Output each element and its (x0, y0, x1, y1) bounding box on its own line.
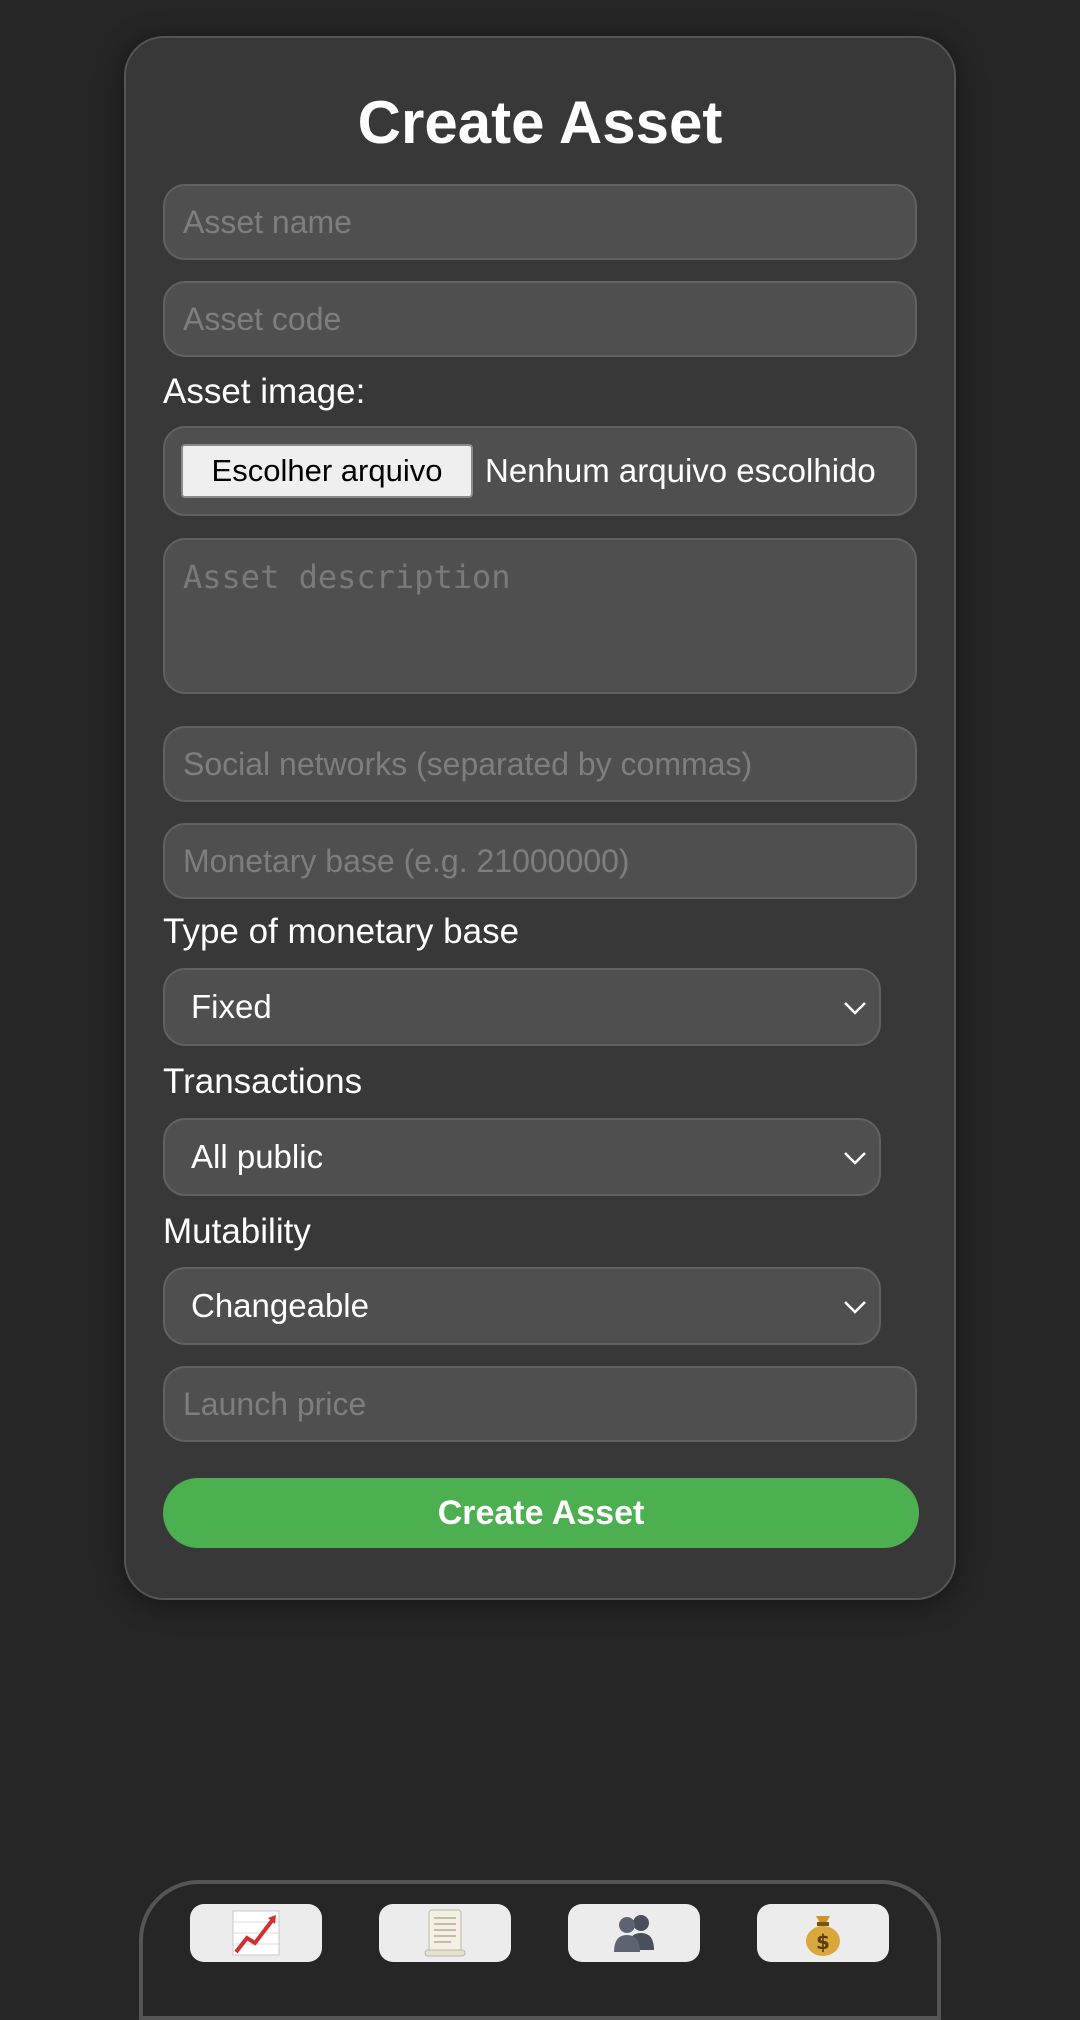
bottom-navigation: $ (139, 1880, 941, 2020)
transactions-label: Transactions (163, 1062, 363, 1101)
chart-increasing-icon (232, 1910, 280, 1956)
file-status-text: Nenhum arquivo escolhido (485, 452, 876, 489)
nav-money-button[interactable]: $ (757, 1904, 889, 1962)
money-bag-icon: $ (806, 1916, 840, 1956)
nav-people-button[interactable] (568, 1904, 700, 1962)
mutability-select[interactable]: Changeable (163, 1267, 881, 1345)
monetary-type-value: Fixed (191, 988, 272, 1025)
monetary-type-label: Type of monetary base (163, 912, 520, 951)
page-title: Create Asset (357, 89, 723, 156)
svg-text:$: $ (816, 1930, 830, 1954)
asset-image-file-input[interactable]: Escolher arquivo Nenhum arquivo escolhid… (163, 426, 917, 516)
asset-name-input[interactable] (163, 184, 917, 260)
asset-image-label: Asset image: (163, 372, 366, 411)
mutability-label: Mutability (163, 1212, 311, 1251)
launch-price-input[interactable] (163, 1366, 917, 1442)
asset-description-textarea[interactable] (163, 538, 917, 694)
nav-chart-button[interactable] (190, 1904, 322, 1962)
transactions-select[interactable]: All public (163, 1118, 881, 1196)
choose-file-button[interactable]: Escolher arquivo (181, 444, 473, 498)
monetary-base-input[interactable] (163, 823, 917, 899)
chevron-down-icon (844, 1002, 866, 1015)
mutability-value: Changeable (191, 1287, 369, 1324)
create-asset-card: Create Asset Asset image: Escolher arqui… (124, 36, 956, 1600)
people-icon (614, 1915, 654, 1952)
chevron-down-icon (844, 1301, 866, 1314)
monetary-type-select[interactable]: Fixed (163, 968, 881, 1046)
nav-scroll-button[interactable] (379, 1904, 511, 1962)
scroll-icon (424, 1909, 466, 1957)
social-networks-input[interactable] (163, 726, 917, 802)
transactions-value: All public (191, 1138, 324, 1175)
chevron-down-icon (844, 1152, 866, 1165)
create-asset-button[interactable]: Create Asset (163, 1478, 919, 1548)
asset-code-input[interactable] (163, 281, 917, 357)
